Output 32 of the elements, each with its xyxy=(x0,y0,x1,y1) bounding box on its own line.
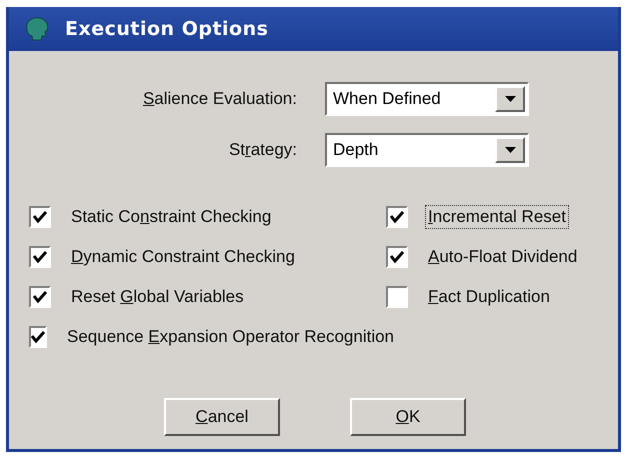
checkbox-label[interactable]: Fact Duplication xyxy=(426,286,552,308)
check-icon xyxy=(33,251,47,263)
check-icon xyxy=(33,211,47,223)
checkbox-label[interactable]: Incremental Reset xyxy=(426,206,568,228)
window-title: Execution Options xyxy=(65,18,268,40)
check-icon xyxy=(33,291,47,303)
checkbox[interactable] xyxy=(29,246,51,268)
check-icon xyxy=(31,331,45,343)
checkbox-label[interactable]: Auto-Float Dividend xyxy=(426,246,580,268)
dropdown[interactable]: When Defined xyxy=(325,82,529,116)
caret-icon xyxy=(504,147,516,153)
checkbox[interactable] xyxy=(386,286,408,308)
checkbox-label[interactable]: Sequence Expansion Operator Recognition xyxy=(65,326,396,348)
checkbox[interactable] xyxy=(386,206,408,228)
dropdown-button[interactable] xyxy=(495,86,525,112)
cancel-button[interactable]: Cancel xyxy=(164,398,280,436)
check-icon xyxy=(390,211,404,223)
checkbox-label[interactable]: Dynamic Constraint Checking xyxy=(69,246,297,268)
checkbox[interactable] xyxy=(29,206,51,228)
caret-icon xyxy=(504,96,516,102)
check-icon xyxy=(390,251,404,263)
field-label: Salience Evaluation: xyxy=(142,89,298,109)
head-icon xyxy=(23,17,49,41)
checkbox-label[interactable]: Static Constraint Checking xyxy=(69,206,274,228)
dropdown-button[interactable] xyxy=(495,137,525,163)
checkbox[interactable] xyxy=(29,286,51,308)
checkbox[interactable] xyxy=(386,246,408,268)
dropdown[interactable]: Depth xyxy=(325,133,529,167)
checkbox-label[interactable]: Reset Global Variables xyxy=(69,286,246,308)
field-label: Strategy: xyxy=(228,140,298,160)
ok-button[interactable]: OK xyxy=(350,398,466,436)
checkbox[interactable] xyxy=(29,326,47,348)
